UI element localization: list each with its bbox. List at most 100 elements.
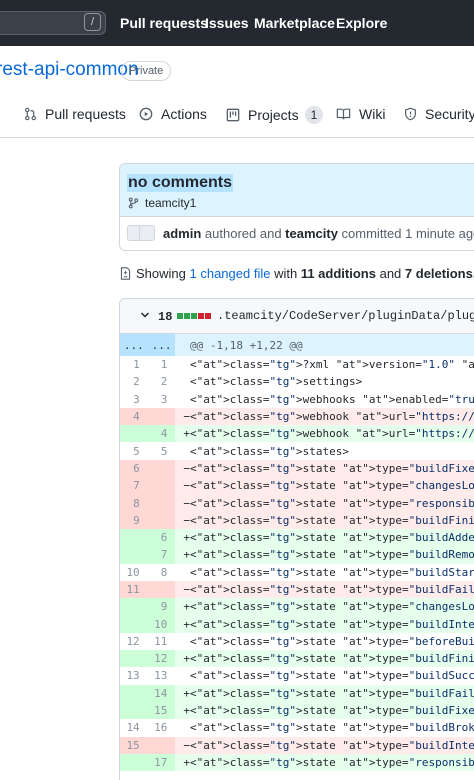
diffstat-block bbox=[184, 313, 190, 319]
old-line-number[interactable] bbox=[120, 598, 148, 616]
old-line-number[interactable]: 9 bbox=[120, 511, 148, 529]
old-line-number[interactable]: 5 bbox=[120, 442, 148, 459]
diff-sign: + bbox=[175, 598, 190, 616]
projects-count: 1 bbox=[304, 106, 324, 124]
avatar[interactable] bbox=[139, 225, 155, 241]
file-path[interactable]: .teamcity/CodeServer/pluginData/plugin-s… bbox=[217, 309, 474, 323]
nav-pull-requests[interactable]: Pull requests bbox=[120, 15, 208, 31]
changed-files-link[interactable]: 1 changed file bbox=[190, 266, 271, 281]
committed-text: committed 1 minute ago bbox=[341, 225, 474, 241]
new-line-number[interactable]: 6 bbox=[147, 528, 176, 547]
chevron-down-icon[interactable] bbox=[140, 310, 150, 320]
new-line-number[interactable]: 9 bbox=[147, 598, 176, 616]
old-line-number[interactable] bbox=[120, 701, 148, 720]
diff-code: <"at">class="tg">webhooks "at">enabled="… bbox=[190, 392, 474, 406]
new-line-number[interactable]: 5 bbox=[148, 442, 176, 459]
old-line-number[interactable]: 8 bbox=[120, 494, 148, 512]
diff-code: <"at">class="tg">state "at">type="buildF… bbox=[190, 701, 474, 720]
diff-line-row: 13 13 <"at">class="tg">state "at">type="b… bbox=[120, 667, 474, 684]
diff-line-row: 8 − <"at">class="tg">state "at">type="res… bbox=[120, 494, 474, 512]
old-line-number[interactable]: 3 bbox=[120, 391, 148, 408]
tab-actions[interactable]: Actions bbox=[139, 106, 207, 122]
new-line-number[interactable]: 3 bbox=[148, 391, 176, 408]
old-line-number[interactable]: 1 bbox=[120, 356, 148, 373]
new-line-number[interactable] bbox=[147, 459, 176, 478]
new-line-number[interactable]: 14 bbox=[147, 684, 176, 702]
diff-line-row: 12 11 <"at">class="tg">state "at">type="b… bbox=[120, 633, 474, 650]
old-line-number[interactable]: 12 bbox=[120, 633, 148, 650]
diff-sign: + bbox=[175, 684, 190, 702]
diff-code: <"at">class="tg">webhook "at">url="https… bbox=[190, 425, 474, 443]
diff-code: <"at">class="tg">state "at">type="change… bbox=[190, 477, 474, 495]
tab-projects[interactable]: Projects 1 bbox=[226, 106, 324, 124]
new-line-number[interactable]: 7 bbox=[147, 546, 176, 564]
file-change-count: 18 bbox=[158, 310, 173, 324]
new-line-number[interactable] bbox=[147, 580, 176, 599]
old-line-number[interactable]: 4 bbox=[120, 407, 148, 426]
nav-issues[interactable]: Issues bbox=[205, 15, 249, 31]
project-icon bbox=[226, 108, 240, 122]
new-line-number[interactable] bbox=[147, 407, 176, 426]
commit-header: no comments teamcity1 bbox=[120, 164, 474, 217]
new-line-number[interactable]: 16 bbox=[148, 719, 176, 736]
diff-line-row: 4 + <"at">class="tg">webhook "at">url="ht… bbox=[120, 425, 474, 443]
tab-pull-requests[interactable]: Pull requests bbox=[24, 106, 126, 122]
new-line-number[interactable] bbox=[147, 511, 176, 529]
tab-wiki[interactable]: Wiki bbox=[336, 106, 385, 122]
diff-line-row: 7 + <"at">class="tg">state "at">type="bui… bbox=[120, 546, 474, 564]
global-header: / Pull requests Issues Marketplace Explo… bbox=[0, 0, 474, 46]
diff-code: <"at">class="tg">state "at">type="buildA… bbox=[190, 528, 474, 547]
old-line-number[interactable]: 7 bbox=[120, 477, 148, 495]
new-line-number[interactable]: 11 bbox=[148, 633, 176, 650]
old-line-number[interactable]: 6 bbox=[120, 459, 148, 478]
diffstat-block bbox=[177, 313, 183, 319]
diffstat-blocks bbox=[177, 313, 212, 319]
nav-marketplace[interactable]: Marketplace bbox=[254, 15, 335, 31]
expand-down-button[interactable]: ... bbox=[147, 334, 176, 356]
new-line-number[interactable] bbox=[147, 736, 176, 754]
diff-sign: + bbox=[175, 753, 190, 772]
diff-sign bbox=[175, 373, 190, 390]
committer-link[interactable]: teamcity bbox=[285, 226, 338, 241]
old-line-number[interactable] bbox=[120, 753, 148, 772]
new-line-number[interactable] bbox=[147, 494, 176, 512]
deletions-count: 7 deletions. bbox=[404, 266, 474, 281]
diff-sign: − bbox=[175, 580, 190, 599]
old-line-number[interactable]: 2 bbox=[120, 373, 148, 390]
new-line-number[interactable]: 10 bbox=[147, 615, 176, 633]
new-line-number[interactable]: 15 bbox=[147, 701, 176, 720]
old-line-number[interactable] bbox=[120, 615, 148, 633]
diffstat-block bbox=[191, 313, 197, 319]
new-line-number[interactable]: 1 bbox=[148, 356, 176, 373]
additions-count: 11 additions bbox=[300, 266, 376, 281]
new-line-number[interactable]: 2 bbox=[148, 373, 176, 390]
nav-explore[interactable]: Explore bbox=[336, 15, 387, 31]
old-line-number[interactable]: 15 bbox=[120, 736, 148, 754]
diff-line-row: 7 − <"at">class="tg">state "at">type="cha… bbox=[120, 477, 474, 495]
file-header: 18 .teamcity/CodeServer/pluginData/plugi… bbox=[120, 299, 474, 334]
old-line-number[interactable] bbox=[120, 528, 148, 547]
new-line-number[interactable]: 8 bbox=[148, 564, 176, 581]
diff-code: <"at">class="tg">state "at">type="buildB… bbox=[190, 721, 474, 735]
new-line-number[interactable]: 17 bbox=[147, 753, 176, 772]
expand-up-button[interactable]: ... bbox=[120, 334, 148, 356]
diff-sign: − bbox=[175, 407, 190, 426]
new-line-number[interactable]: 13 bbox=[148, 667, 176, 684]
old-line-number[interactable] bbox=[120, 650, 148, 668]
tab-security[interactable]: Security bbox=[404, 106, 474, 122]
old-line-number[interactable] bbox=[120, 684, 148, 702]
branch-ref[interactable]: teamcity1 bbox=[128, 196, 196, 210]
new-line-number[interactable]: 4 bbox=[147, 425, 176, 443]
diff-line-row: 2 2 <"at">class="tg">settings> bbox=[120, 373, 474, 390]
old-line-number[interactable]: 11 bbox=[120, 580, 148, 599]
old-line-number[interactable]: 13 bbox=[120, 667, 148, 684]
repo-name-link[interactable]: rest-api-common bbox=[0, 59, 139, 81]
old-line-number[interactable]: 14 bbox=[120, 719, 148, 736]
old-line-number[interactable] bbox=[120, 425, 148, 443]
old-line-number[interactable] bbox=[120, 546, 148, 564]
new-line-number[interactable]: 12 bbox=[147, 650, 176, 668]
old-line-number[interactable]: 10 bbox=[120, 564, 148, 581]
author-link[interactable]: admin bbox=[163, 226, 201, 241]
new-line-number[interactable] bbox=[147, 477, 176, 495]
diff-code: <"at">class="tg">state "at">type="respon… bbox=[190, 753, 474, 772]
